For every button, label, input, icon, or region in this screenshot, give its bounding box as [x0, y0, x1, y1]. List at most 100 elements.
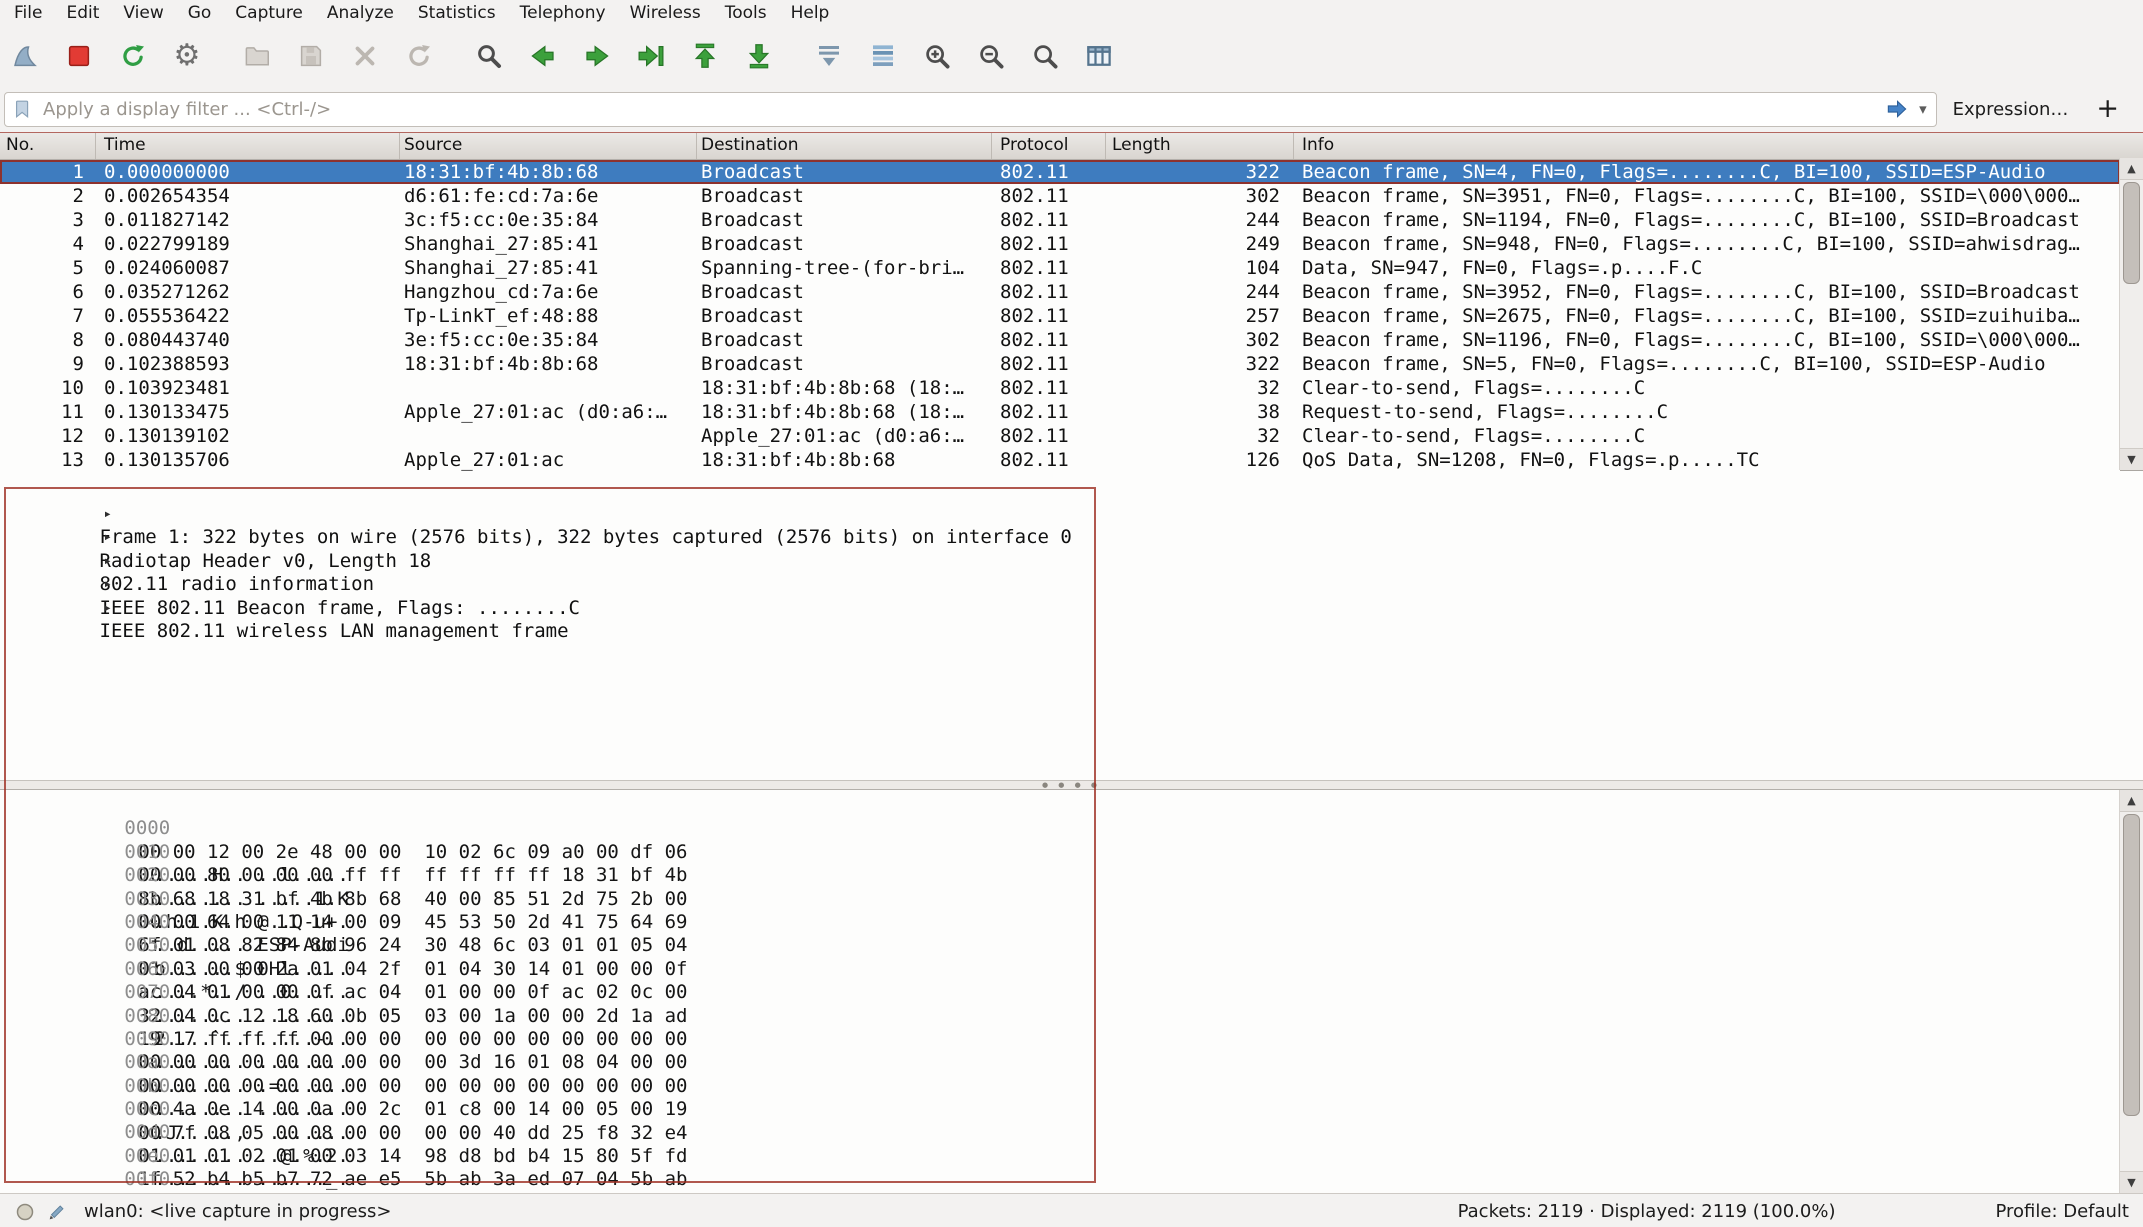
hex-offset: 0040	[124, 911, 176, 934]
resize-columns-button[interactable]	[1078, 35, 1120, 77]
auto-scroll-button[interactable]	[808, 35, 850, 77]
hex-offset: 0090	[124, 1028, 176, 1051]
packet-row[interactable]: 1 0.000000000 18:31:bf:4b:8b:68 Broadcas…	[0, 160, 2120, 184]
go-to-bottom-button[interactable]	[738, 35, 780, 77]
expander-icon[interactable]: ▸	[100, 526, 130, 550]
menu-item[interactable]: Capture	[223, 0, 315, 26]
menu-item[interactable]: View	[111, 0, 175, 26]
packet-time: 0.130135706	[96, 448, 400, 472]
packet-row[interactable]: 2 0.002654354 d6:61:fe:cd:7a:6e Broadcas…	[0, 184, 2120, 208]
packet-row[interactable]: 11 0.130133475 Apple_27:01:ac (d0:a6:… 1…	[0, 400, 2120, 424]
colorize-button[interactable]	[862, 35, 904, 77]
hex-bytes[interactable]: 8b 68 18 31 bf 4b 8b 68 40 00 85 51 2d 7…	[138, 888, 687, 910]
scroll-up-icon[interactable]: ▲	[2120, 790, 2143, 812]
menu-item[interactable]: Statistics	[406, 0, 508, 26]
open-file-button[interactable]	[236, 35, 278, 77]
go-back-button[interactable]	[522, 35, 564, 77]
hex-bytes[interactable]: 00 00 12 00 2e 48 00 00 10 02 6c 09 a0 0…	[138, 841, 687, 863]
hex-bytes[interactable]: 00 00 64 00 11 14 00 09 45 53 50 2d 41 7…	[138, 911, 687, 933]
hex-bytes[interactable]: 00 00 00 00 00 00 00 00 00 3d 16 01 08 0…	[138, 1051, 687, 1073]
column-header-protocol[interactable]: Protocol	[992, 133, 1106, 159]
packet-row[interactable]: 6 0.035271262 Hangzhou_cd:7a:6e Broadcas…	[0, 280, 2120, 304]
detail-row[interactable]: ▸ Radiotap Header v0, Length 18	[8, 501, 2143, 525]
hex-bytes[interactable]: 00 4a 0e 14 00 0a 00 2c 01 c8 00 14 00 0…	[138, 1098, 687, 1120]
display-filter-field[interactable]: ▾	[4, 92, 1937, 127]
go-to-top-button[interactable]	[684, 35, 726, 77]
scroll-up-icon[interactable]: ▲	[2120, 158, 2143, 180]
packet-row[interactable]: 9 0.102388593 18:31:bf:4b:8b:68 Broadcas…	[0, 352, 2120, 376]
expander-icon[interactable]: ▸	[100, 573, 130, 597]
packet-row[interactable]: 13 0.130135706 Apple_27:01:ac 18:31:bf:4…	[0, 448, 2120, 472]
expert-info-button[interactable]	[14, 1201, 36, 1223]
expression-button[interactable]: Expression…	[1953, 99, 2069, 120]
menu-item[interactable]: Analyze	[315, 0, 406, 26]
go-forward-button[interactable]	[576, 35, 618, 77]
capture-options-button[interactable]: ⚙	[166, 35, 208, 77]
save-file-button[interactable]	[290, 35, 332, 77]
zoom-in-button[interactable]	[916, 35, 958, 77]
go-to-packet-button[interactable]	[630, 35, 672, 77]
packet-info: Clear-to-send, Flags=........C	[1294, 376, 2120, 400]
hex-bytes[interactable]: 1f 52 b4 b5 b7 72 ae e5 5b ab 3a ed 07 0…	[138, 1168, 687, 1190]
filter-bookmark-icon[interactable]	[12, 97, 34, 121]
hex-bytes[interactable]: 01 01 01 02 01 00 03 14 98 d8 bd b4 15 8…	[138, 1145, 687, 1167]
hex-bytes[interactable]: 00 7f 08 05 00 08 00 00 00 00 40 dd 25 f…	[138, 1122, 687, 1144]
zoom-out-button[interactable]	[970, 35, 1012, 77]
column-header-info[interactable]: Info	[1294, 133, 2143, 159]
scrollbar-thumb[interactable]	[2123, 814, 2140, 1116]
packet-row[interactable]: 7 0.055536422 Tp-LinkT_ef:48:88 Broadcas…	[0, 304, 2120, 328]
packet-row[interactable]: 10 0.103923481 18:31:bf:4b:8b:68 (18:… 8…	[0, 376, 2120, 400]
reload-file-button[interactable]	[398, 35, 440, 77]
apply-filter-icon[interactable]	[1884, 96, 1910, 122]
expander-icon[interactable]: ▸	[100, 550, 130, 574]
menu-item[interactable]: Edit	[54, 0, 111, 26]
hex-bytes[interactable]: ac 04 01 00 00 0f ac 04 01 00 00 0f ac 0…	[138, 981, 687, 1003]
menu-item[interactable]: Telephony	[508, 0, 618, 26]
hex-bytes[interactable]: 6f 01 08 82 84 8b 96 24 30 48 6c 03 01 0…	[138, 934, 687, 956]
hex-bytes[interactable]: 32 04 0c 12 18 60 0b 05 03 00 1a 00 00 2…	[138, 1005, 687, 1027]
find-packet-button[interactable]	[468, 35, 510, 77]
pane-splitter[interactable]: ● ● ● ●	[0, 780, 2143, 790]
hex-bytes[interactable]: 00 00 00 00 00 00 00 00 00 00 00 00 00 0…	[138, 1075, 687, 1097]
menu-item[interactable]: File	[2, 0, 54, 26]
hex-row[interactable]: 0000 00 00 12 00 2e 48 00 00 10 02 6c 09…	[10, 794, 2120, 817]
start-capture-button[interactable]	[4, 35, 46, 77]
hex-scrollbar[interactable]: ▲ ▼	[2119, 790, 2143, 1193]
zoom-original-button[interactable]	[1024, 35, 1066, 77]
scroll-down-icon[interactable]: ▼	[2120, 1171, 2143, 1193]
column-header-destination[interactable]: Destination	[697, 133, 992, 159]
close-file-button[interactable]	[344, 35, 386, 77]
stop-capture-button[interactable]	[58, 35, 100, 77]
hex-bytes[interactable]: 19 17 ff ff ff 00 00 00 00 00 00 00 00 0…	[138, 1028, 687, 1050]
hex-bytes[interactable]: 00 00 80 00 00 00 ff ff ff ff ff ff 18 3…	[138, 864, 687, 886]
menu-item[interactable]: Help	[779, 0, 842, 26]
column-header-time[interactable]: Time	[96, 133, 400, 159]
packet-row[interactable]: 5 0.024060087 Shanghai_27:85:41 Spanning…	[0, 256, 2120, 280]
column-header-source[interactable]: Source	[400, 133, 697, 159]
packet-row[interactable]: 4 0.022799189 Shanghai_27:85:41 Broadcas…	[0, 232, 2120, 256]
column-header-no[interactable]: No.	[0, 133, 96, 159]
add-filter-button[interactable]: +	[2084, 93, 2131, 126]
filter-history-dropdown-icon[interactable]: ▾	[1917, 100, 1929, 118]
restart-capture-button[interactable]	[112, 35, 154, 77]
profile-button[interactable]: Profile: Default	[1995, 1201, 2129, 1222]
expander-icon[interactable]: ▸	[100, 597, 130, 621]
packet-list-scrollbar[interactable]: ▲ ▼	[2119, 158, 2143, 470]
menu-item[interactable]: Go	[176, 0, 224, 26]
packet-protocol: 802.11	[992, 352, 1106, 376]
capture-comment-button[interactable]	[46, 1201, 68, 1223]
scrollbar-thumb[interactable]	[2123, 182, 2140, 284]
scroll-down-icon[interactable]: ▼	[2120, 448, 2143, 470]
hex-row[interactable]: 0010 00 00 80 00 00 00 ff ff ff ff ff ff…	[10, 817, 2120, 840]
display-filter-input[interactable]	[41, 98, 1877, 121]
packet-row[interactable]: 3 0.011827142 3c:f5:cc:0e:35:84 Broadcas…	[0, 208, 2120, 232]
detail-row[interactable]: ▸ Frame 1: 322 bytes on wire (2576 bits)…	[8, 477, 2143, 501]
column-header-length[interactable]: Length	[1106, 133, 1294, 159]
capture-button-group: ⚙	[4, 35, 208, 77]
packet-row[interactable]: 8 0.080443740 3e:f5:cc:0e:35:84 Broadcas…	[0, 328, 2120, 352]
menu-item[interactable]: Wireless	[618, 0, 713, 26]
packet-row[interactable]: 12 0.130139102 Apple_27:01:ac (d0:a6:… 8…	[0, 424, 2120, 448]
hex-bytes[interactable]: 01 03 00 00 2a 01 04 2f 01 04 30 14 01 0…	[138, 958, 687, 980]
expander-icon[interactable]: ▸	[100, 503, 130, 527]
menu-item[interactable]: Tools	[713, 0, 779, 26]
